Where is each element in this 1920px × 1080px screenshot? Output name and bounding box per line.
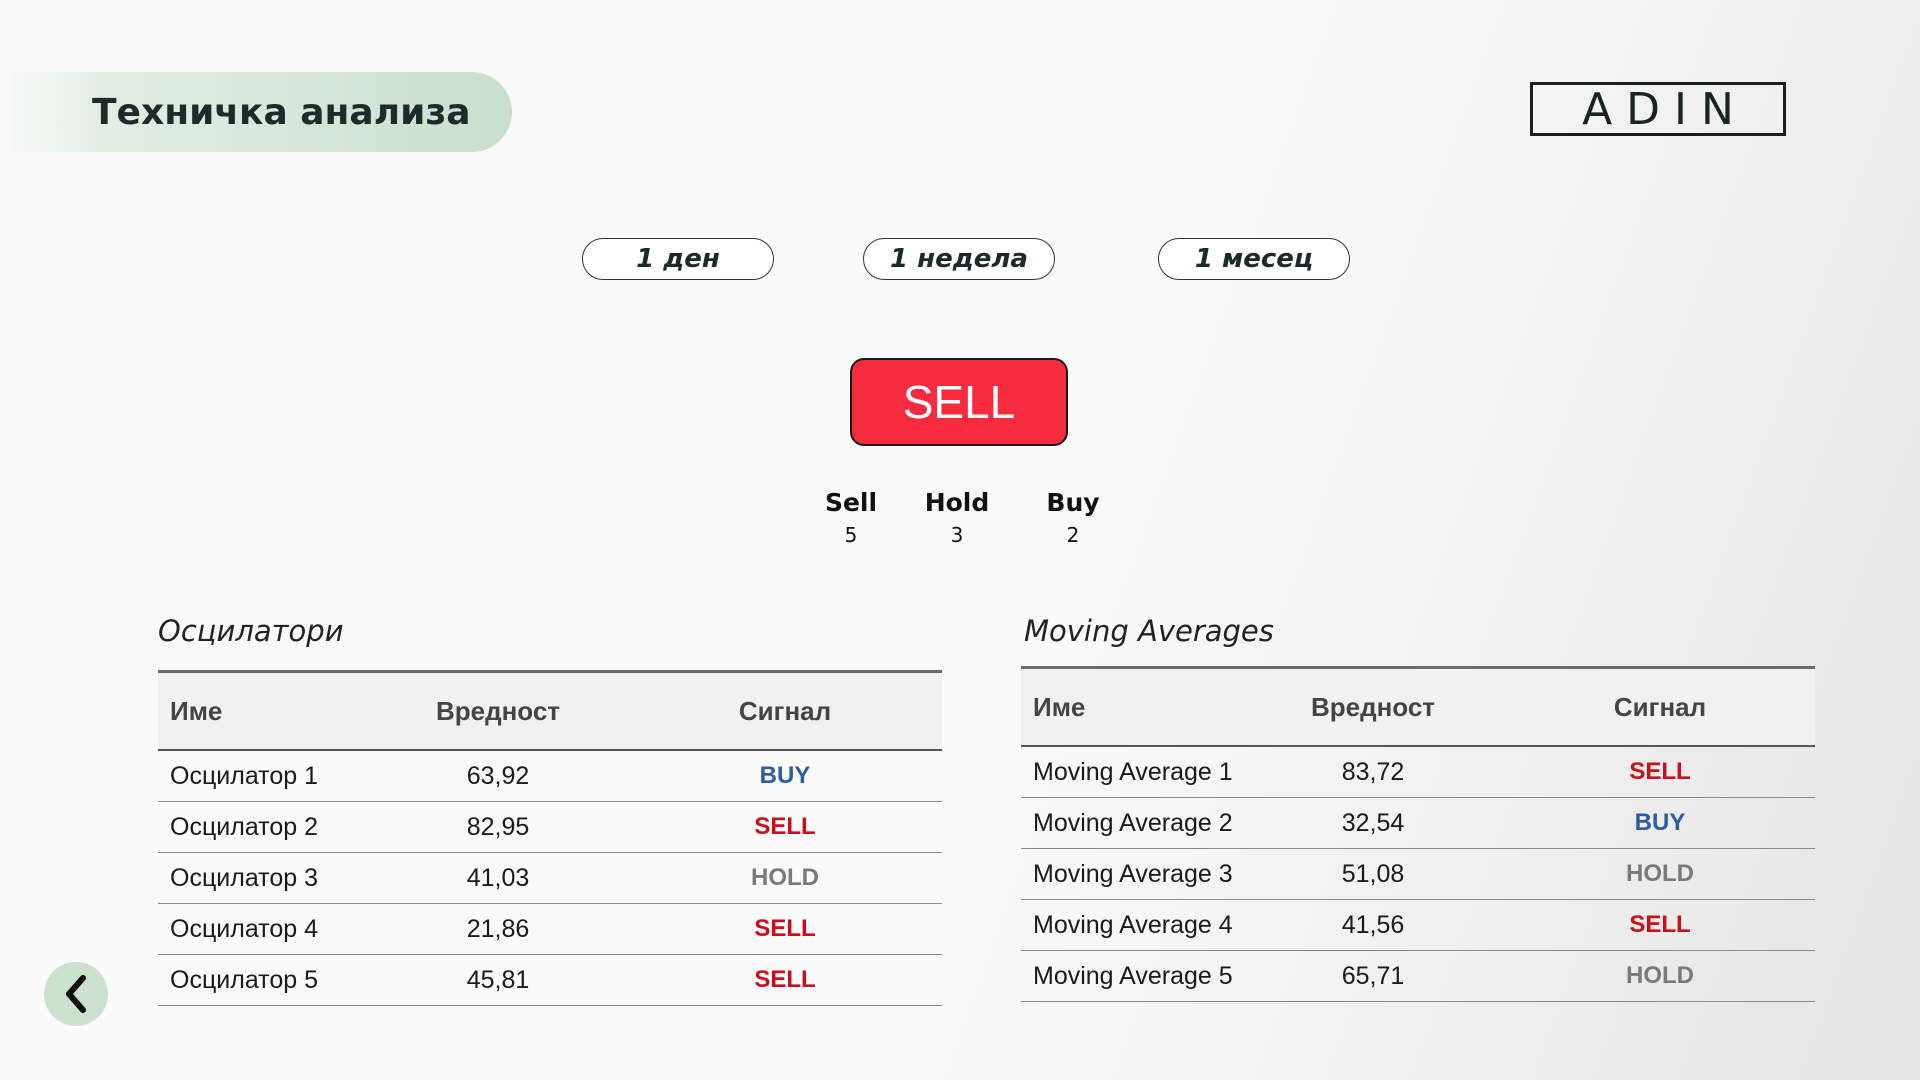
logo: ADIN	[1530, 82, 1786, 136]
column-header-value: Вредност	[435, 695, 561, 726]
period-button-1-week[interactable]: 1 недела	[863, 238, 1055, 280]
moving-averages-title: Moving Averages	[1024, 614, 1274, 648]
table-row: Moving Average 3 51,08 HOLD	[1021, 848, 1815, 900]
table-row: Осцилатор 4 21,86 SELL	[158, 903, 942, 955]
count-label: Hold	[924, 488, 990, 517]
row-value: 41,03	[368, 852, 628, 904]
moving-averages-table: Име Вредност Сигнал Moving Average 1 83,7…	[1021, 666, 1815, 1002]
oscillators-table: Име Вредност Сигнал Осцилатор 1 63,92 BUY О…	[158, 670, 942, 1006]
table-row: Moving Average 5 65,71 HOLD	[1021, 950, 1815, 1002]
oscillators-title: Осцилатори	[158, 614, 344, 648]
row-value: 83,72	[1241, 746, 1505, 798]
row-name: Moving Average 5	[1021, 950, 1241, 1002]
row-name: Осцилатор 2	[158, 801, 368, 853]
column-header-signal: Сигнал	[738, 695, 832, 726]
row-name: Осцилатор 5	[158, 954, 368, 1006]
table-row: Осцилатор 3 41,03 HOLD	[158, 852, 942, 904]
row-name: Осцилатор 3	[158, 852, 368, 904]
row-value: 63,92	[368, 750, 628, 802]
column-header-name: Име	[1033, 691, 1086, 722]
table-row: Moving Average 2 32,54 BUY	[1021, 797, 1815, 849]
table-row: Осцилатор 5 45,81 SELL	[158, 954, 942, 1006]
count-value: 5	[844, 523, 858, 547]
row-name: Осцилатор 4	[158, 903, 368, 955]
table-header-row: Име Вредност Сигнал	[158, 671, 942, 750]
row-value: 51,08	[1241, 848, 1505, 900]
count-label: Sell	[824, 488, 878, 517]
row-name: Moving Average 1	[1021, 746, 1241, 798]
moving-averages-rows: Moving Average 1 83,72 SELL Moving Average …	[1021, 746, 1815, 1002]
column-header-name: Име	[170, 695, 223, 726]
table-row: Осцилатор 2 82,95 SELL	[158, 801, 942, 853]
row-signal-badge: HOLD	[1505, 848, 1815, 900]
chevron-left-icon	[66, 975, 86, 1013]
row-name: Moving Average 2	[1021, 797, 1241, 849]
row-signal-badge: SELL	[628, 954, 942, 1006]
row-name: Moving Average 3	[1021, 848, 1241, 900]
table-row: Осцилатор 1 63,92 BUY	[158, 750, 942, 802]
row-signal-badge: HOLD	[628, 852, 942, 904]
row-value: 82,95	[368, 801, 628, 853]
count-sell: Sell 5	[801, 488, 901, 547]
row-signal-badge: SELL	[628, 903, 942, 955]
count-label: Buy	[1046, 488, 1100, 517]
count-hold: Hold 3	[907, 488, 1007, 547]
row-value: 65,71	[1241, 950, 1505, 1002]
row-signal-badge: SELL	[628, 801, 942, 853]
row-name: Moving Average 4	[1021, 899, 1241, 951]
table-row: Moving Average 1 83,72 SELL	[1021, 746, 1815, 798]
row-value: 41,56	[1241, 899, 1505, 951]
back-button[interactable]	[44, 962, 108, 1026]
row-name: Осцилатор 1	[158, 750, 368, 802]
row-value: 32,54	[1241, 797, 1505, 849]
column-header-signal: Сигнал	[1613, 691, 1707, 722]
page-title-banner: Техничка анализа	[0, 72, 512, 152]
row-signal-badge: HOLD	[1505, 950, 1815, 1002]
period-button-1-day[interactable]: 1 ден	[582, 238, 774, 280]
table-header-row: Име Вредност Сигнал	[1021, 667, 1815, 746]
overall-signal-button[interactable]: SELL	[850, 358, 1068, 446]
row-value: 45,81	[368, 954, 628, 1006]
count-value: 2	[1066, 523, 1080, 547]
row-value: 21,86	[368, 903, 628, 955]
count-value: 3	[950, 523, 964, 547]
row-signal-badge: SELL	[1505, 746, 1815, 798]
oscillators-rows: Осцилатор 1 63,92 BUY Осцилатор 2 82,95 SELL О…	[158, 750, 942, 1006]
count-buy: Buy 2	[1023, 488, 1123, 547]
row-signal-badge: BUY	[1505, 797, 1815, 849]
table-row: Moving Average 4 41,56 SELL	[1021, 899, 1815, 951]
column-header-value: Вредност	[1310, 691, 1436, 722]
page-title: Техничка анализа	[92, 91, 471, 133]
period-button-1-month[interactable]: 1 месец	[1158, 238, 1350, 280]
row-signal-badge: BUY	[628, 750, 942, 802]
row-signal-badge: SELL	[1505, 899, 1815, 951]
